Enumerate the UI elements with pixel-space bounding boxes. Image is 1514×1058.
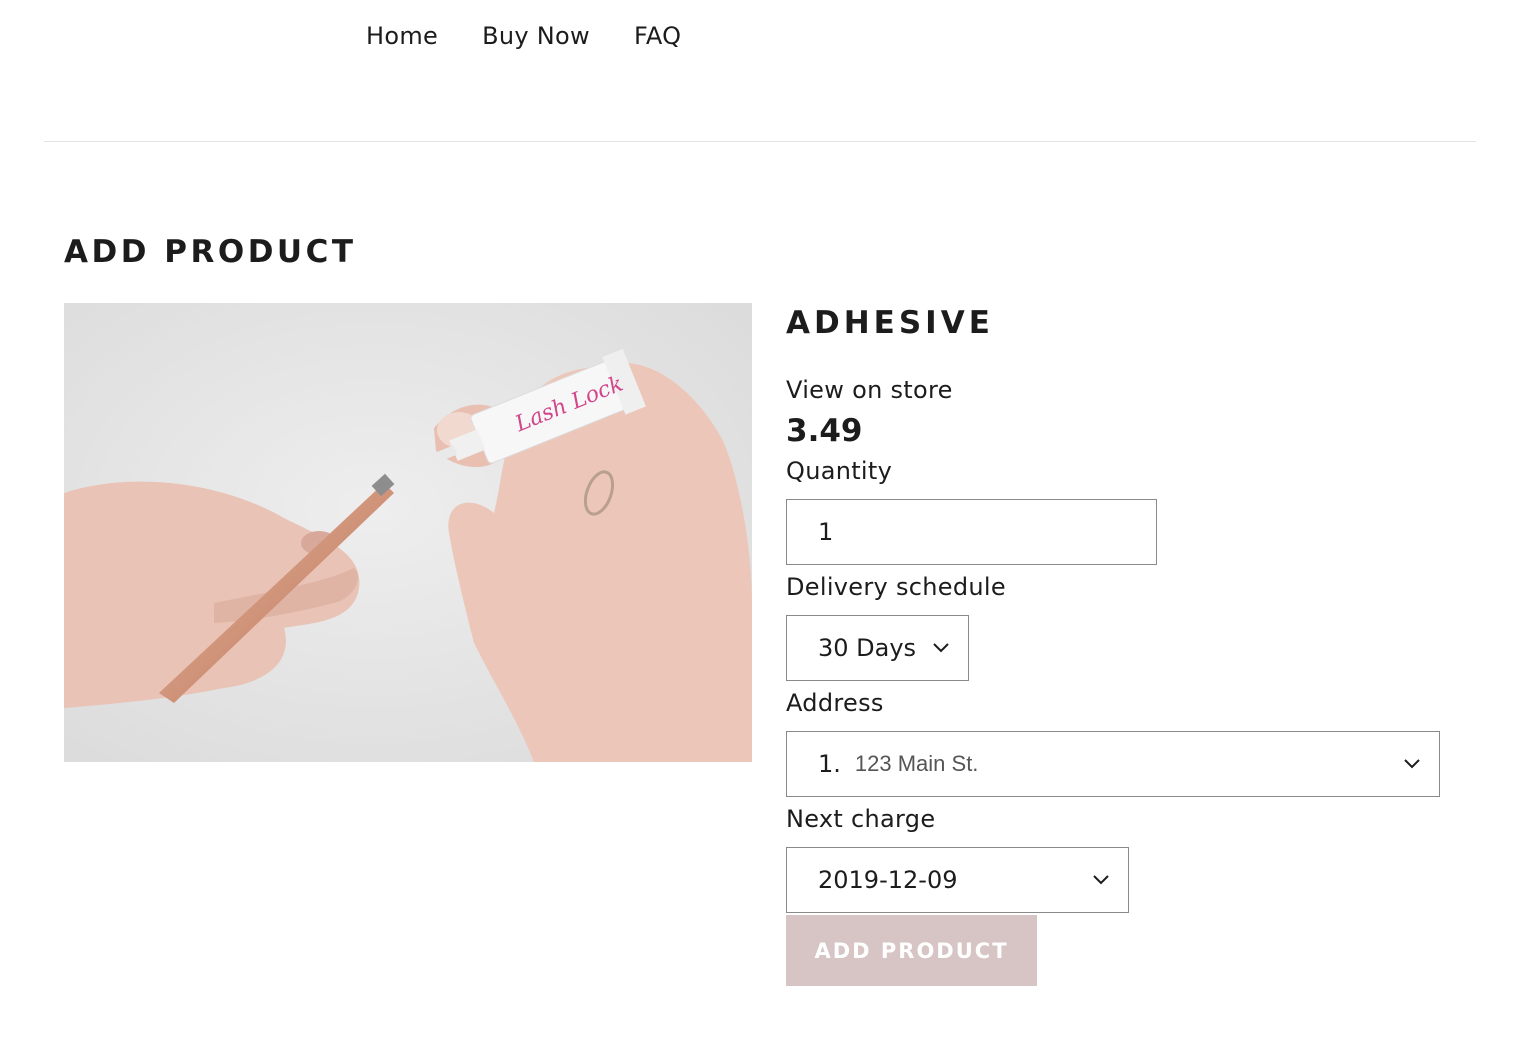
address-number: 1. xyxy=(818,750,841,778)
page-title: ADD PRODUCT xyxy=(64,234,357,270)
add-product-button[interactable]: ADD PRODUCT xyxy=(786,915,1037,986)
address-value: 123 Main St. xyxy=(854,751,979,776)
chevron-down-icon xyxy=(1403,732,1421,796)
delivery-schedule-value: 30 Days xyxy=(818,634,917,662)
address-select[interactable]: 1. 123 Main St. xyxy=(786,731,1440,797)
product-price: 3.49 xyxy=(786,413,863,449)
chevron-down-icon xyxy=(932,616,950,680)
delivery-schedule-select[interactable]: 30 Days xyxy=(786,615,969,681)
next-charge-select[interactable]: 2019-12-09 xyxy=(786,847,1129,913)
address-label: Address xyxy=(786,689,884,717)
product-image: Lash Lock xyxy=(64,303,752,762)
product-name: ADHESIVE xyxy=(786,305,994,341)
chevron-down-icon xyxy=(1092,848,1110,912)
quantity-input[interactable] xyxy=(818,518,1118,546)
next-charge-value: 2019-12-09 xyxy=(818,866,958,894)
top-nav: Home Buy Now FAQ xyxy=(366,22,681,50)
next-charge-label: Next charge xyxy=(786,805,936,833)
view-on-store-link[interactable]: View on store xyxy=(786,376,953,404)
quantity-field[interactable] xyxy=(786,499,1157,565)
nav-buy-now-link[interactable]: Buy Now xyxy=(482,22,590,50)
quantity-label: Quantity xyxy=(786,457,893,485)
header-divider xyxy=(44,141,1476,142)
delivery-schedule-label: Delivery schedule xyxy=(786,573,1006,601)
nav-faq-link[interactable]: FAQ xyxy=(634,22,681,50)
nav-home-link[interactable]: Home xyxy=(366,22,438,50)
